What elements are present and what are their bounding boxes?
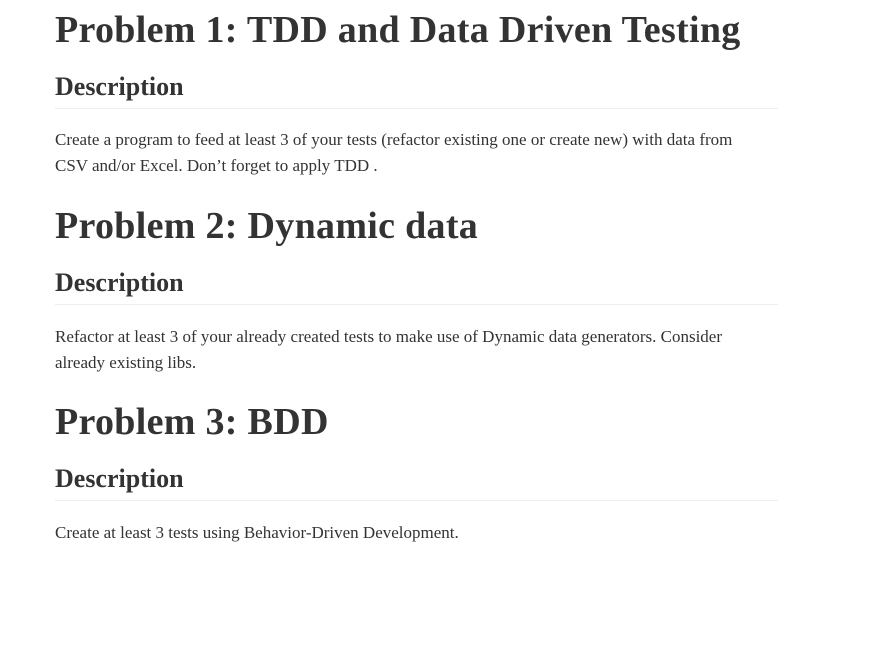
problem-1-description-text: Create a program to feed at least 3 of y… (55, 130, 733, 175)
problem-3-description-text: Create at least 3 tests using Behavior-D… (55, 523, 459, 542)
problem-3-title: Problem 3: BDD (55, 401, 329, 443)
problem-2-description-text: Refactor at least 3 of your already crea… (55, 327, 722, 372)
problem-2-title: Problem 2: Dynamic data (55, 205, 479, 247)
problem-1-title: Problem 1: TDD and Data Driven Testing (55, 9, 741, 51)
problem-1-description-heading: Description (55, 72, 778, 109)
problem-2-description-heading: Description (55, 268, 778, 305)
problem-3-description-heading: Description (55, 464, 778, 501)
